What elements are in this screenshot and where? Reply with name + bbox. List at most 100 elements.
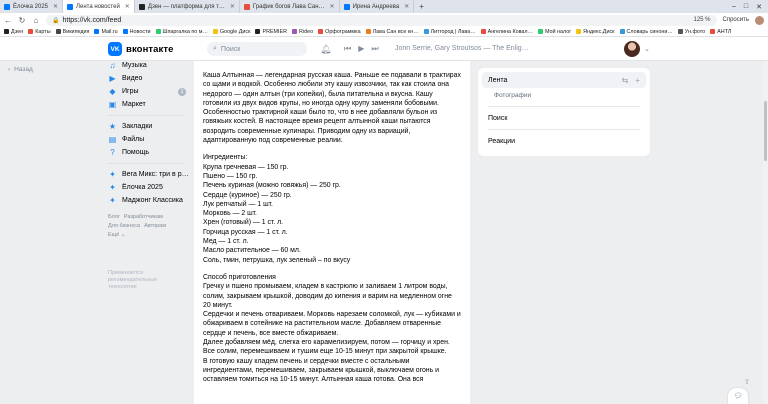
method-title: Способ приготовления xyxy=(203,273,276,281)
tab-close-icon[interactable]: ✕ xyxy=(125,3,130,10)
search-box[interactable]: ⌕ xyxy=(207,42,307,56)
browser-tab[interactable]: Ирина Андреева ✕ xyxy=(340,0,415,13)
tab-close-icon[interactable]: ✕ xyxy=(404,3,409,10)
page-scrollbar[interactable] xyxy=(763,61,768,404)
nav-item-icon: ◆ xyxy=(109,87,116,96)
tab-favicon-icon xyxy=(67,3,74,10)
tab-close-icon[interactable]: ✕ xyxy=(230,3,235,10)
footer-link[interactable]: Для бизнеса xyxy=(108,223,140,229)
bookmark-item[interactable]: Словарь синони… xyxy=(619,29,673,35)
close-window-icon[interactable]: ✕ xyxy=(756,3,762,11)
play-icon[interactable]: ▶︎ xyxy=(358,44,364,54)
bookmark-item[interactable]: Лава Сан все кн… xyxy=(365,29,419,35)
tab-close-icon[interactable]: ✕ xyxy=(53,3,58,10)
bookmark-item[interactable]: Ун.фото xyxy=(677,29,705,35)
profile-avatar[interactable] xyxy=(755,15,764,25)
tab-favicon-icon xyxy=(4,3,10,10)
bookmark-item[interactable]: Ангелина Ковал… xyxy=(480,29,533,35)
vk-logo[interactable]: VK вконтакте xyxy=(108,42,174,56)
toolbar-right: Спросить xyxy=(723,15,764,25)
bookmark-item[interactable]: Новости xyxy=(122,29,151,35)
minimize-icon[interactable]: – xyxy=(732,3,736,11)
chat-bubble-icon: 💬︎ xyxy=(733,393,743,400)
bookmark-item[interactable]: Яндекс.Диск xyxy=(576,29,615,35)
user-avatar[interactable] xyxy=(624,41,640,57)
filter-settings-icon[interactable]: ⇆ xyxy=(622,76,629,85)
bookmark-favicon-icon xyxy=(4,29,9,34)
nav-item[interactable]: ▣ Маркет xyxy=(108,98,190,111)
bookmark-favicon-icon xyxy=(212,29,218,34)
bookmark-item[interactable]: Орфограммка xyxy=(318,29,361,35)
new-tab-icon[interactable]: + xyxy=(414,2,429,11)
nav-item[interactable]: ✦ Маджонг Классика xyxy=(108,194,190,207)
nav-item-label: Видео xyxy=(122,75,143,82)
menu-divider xyxy=(488,106,640,107)
bookmark-label: Литгород | Лава… xyxy=(430,28,476,35)
home-icon[interactable]: ⌂ xyxy=(32,16,40,25)
bookmark-label: АНТЛ xyxy=(717,28,732,35)
nav-item[interactable]: ✦ Ёлочка 2025 xyxy=(108,181,190,194)
footer-link[interactable]: Авторам xyxy=(144,223,166,229)
nav-item-label: Файлы xyxy=(122,136,145,143)
nav-item[interactable]: ▶ Видео xyxy=(108,72,190,85)
scroll-to-top-icon[interactable]: ⇧ xyxy=(744,378,750,386)
player-track-title[interactable]: Jonn Serrie, Gary Stroutsos — The Enlig… xyxy=(395,45,529,52)
menu-item-reactions[interactable]: Реакции xyxy=(478,133,650,149)
zoom-level[interactable]: 125 % xyxy=(694,17,711,23)
footer-link[interactable]: Разработчикам xyxy=(124,214,163,220)
tab-close-icon[interactable]: ✕ xyxy=(330,3,335,10)
nav-divider xyxy=(108,163,184,164)
menu-item-search[interactable]: Поиск xyxy=(478,110,650,126)
bookmark-label: Mail.ru xyxy=(101,28,118,35)
bookmark-item[interactable]: PREMIER xyxy=(255,29,287,35)
nav-item[interactable]: ♫ Музыка xyxy=(108,59,190,72)
bookmark-item[interactable]: Дзен xyxy=(4,29,23,35)
audio-player-controls: ⏮︎ ▶︎ ⏭︎ xyxy=(344,44,379,54)
ask-button[interactable]: Спросить xyxy=(723,17,749,23)
nav-item[interactable]: ◆ Игры 1 xyxy=(108,85,190,98)
bookmark-item[interactable]: АНТЛ xyxy=(710,29,731,35)
address-bar[interactable]: 🔒 https://vk.com/feed 125 % xyxy=(46,14,717,26)
browser-tab[interactable]: График богов Лава Сан… ✕ xyxy=(240,0,340,13)
menu-item-feed[interactable]: Лента ⇆ + xyxy=(482,72,646,88)
bookmark-item[interactable]: Mail.ru xyxy=(94,28,118,35)
profile-menu[interactable]: ⌄ xyxy=(624,41,650,57)
nav-item[interactable]: ★ Закладки xyxy=(108,120,190,133)
add-icon[interactable]: + xyxy=(635,76,640,85)
bookmark-item[interactable]: Википедия xyxy=(55,29,89,35)
scrollbar-thumb[interactable] xyxy=(764,101,767,161)
messenger-button[interactable]: 💬︎ xyxy=(728,388,748,404)
bookmark-item[interactable]: Литгород | Лава… xyxy=(423,28,476,35)
bookmark-item[interactable]: Шпаргалка по м… xyxy=(155,29,208,35)
back-link[interactable]: ‹ Назад xyxy=(8,66,33,73)
nav-item-icon: ✦ xyxy=(109,183,116,192)
bell-icon[interactable]: 🔔︎ xyxy=(320,44,331,55)
ingredient-line: Хрен (готовый) — 1 ст. л. xyxy=(203,219,284,227)
left-nav: ♫ Музыка ▶ Видео ◆ Игры 1 ▣ Маркет ★ Закладки ▤ Фай… xyxy=(108,59,190,291)
prev-track-icon[interactable]: ⏮︎ xyxy=(344,44,351,54)
bookmark-item[interactable]: Google Диск xyxy=(212,29,250,35)
bookmark-favicon-icon xyxy=(619,29,625,34)
browser-tab[interactable]: Ёлочка 2025 ✕ xyxy=(0,0,64,13)
nav-item[interactable]: ▤ Файлы xyxy=(108,133,190,146)
footer-link[interactable]: Блог xyxy=(108,214,120,220)
bookmark-item[interactable]: Rideo xyxy=(292,29,313,35)
reload-icon[interactable]: ↻ xyxy=(18,16,26,25)
bookmark-favicon-icon xyxy=(677,29,683,34)
nav-item[interactable]: ? Помощь xyxy=(108,146,190,159)
back-arrow-icon[interactable]: ← xyxy=(4,16,12,25)
bookmark-item[interactable]: Мой налог xyxy=(537,29,571,35)
tab-title: Ёлочка 2025 xyxy=(13,3,49,10)
method-step: Сердечки и печень отвариваем. Морковь на… xyxy=(203,311,461,337)
next-track-icon[interactable]: ⏭︎ xyxy=(371,44,378,54)
menu-item-photos[interactable]: Фотографии xyxy=(478,88,650,103)
browser-tab[interactable]: Дзен — платформа для т… ✕ xyxy=(135,0,240,13)
nav-item-label: Помощь xyxy=(122,149,150,156)
browser-tab[interactable]: Лента новостей ✕ xyxy=(63,0,135,13)
nav-item-badge: 1 xyxy=(178,87,186,96)
search-input[interactable] xyxy=(220,45,301,53)
footer-link[interactable]: Ещё ⌄ xyxy=(108,232,125,238)
maximize-icon[interactable]: □ xyxy=(744,3,748,11)
nav-item[interactable]: ✦ Вега Микс: три в р… xyxy=(108,168,190,181)
bookmark-item[interactable]: Карты xyxy=(28,29,51,35)
